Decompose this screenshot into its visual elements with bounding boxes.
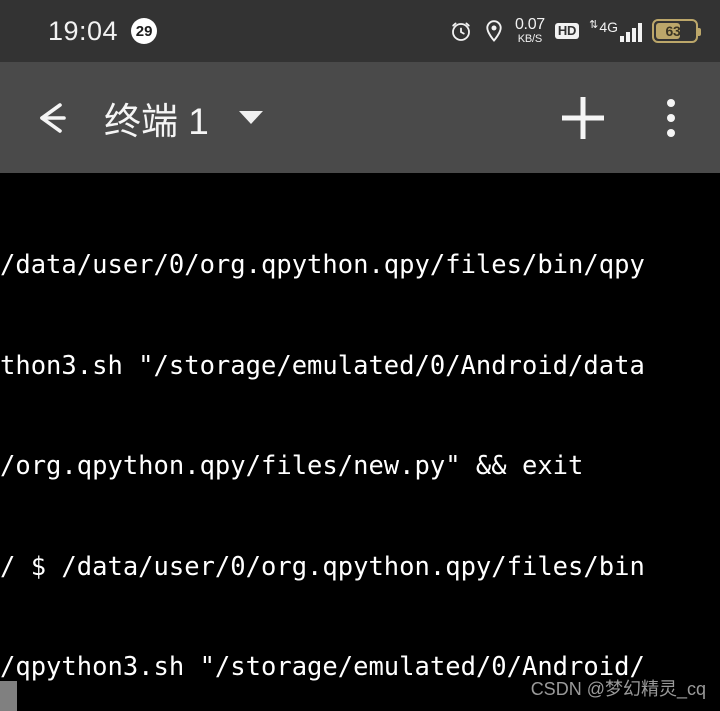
status-bar-right-group: 0.07 KB/S HD ⇅ 4G 63 [449,17,701,45]
data-transfer-arrows-icon: ⇅ [589,19,599,31]
status-bar-clock: 19:04 [48,15,119,46]
app-toolbar: 终端 1 [0,62,720,173]
new-session-button[interactable] [556,91,610,145]
chevron-down-icon[interactable] [238,111,263,124]
terminal-line: /org.qpython.qpy/files/new.py" && exit [0,451,584,481]
terminal-line: thon3.sh "/storage/emulated/0/Android/da… [0,350,645,381]
notification-count-badge: 29 [131,18,158,44]
battery-percent-label: 63 [665,23,681,39]
terminal-session-title: 终端 1 [104,100,209,142]
mobile-network-indicator: ⇅ 4G [589,20,642,42]
scroll-handle[interactable] [0,681,17,711]
status-bar-left-group: 19:04 29 [48,15,158,47]
back-arrow-icon[interactable] [18,98,92,138]
signal-strength-icon [620,23,642,42]
qpython-terminal-screen: 19:04 29 0.07 KB/S HD ⇅ 4G 63 终端 1 /data… [0,0,720,711]
watermark: CSDN @梦幻精灵_cq [530,679,706,699]
hd-voice-icon: HD [554,22,580,40]
network-speed-value: 0.07 [514,16,545,33]
network-type-label: 4G [599,19,618,35]
network-speed-indicator: 0.07 KB/S [515,17,545,45]
location-pin-icon [483,19,505,43]
terminal-line: /data/user/0/org.qpython.qpy/files/bin/q… [0,250,645,280]
network-type-label-group: ⇅ 4G [589,19,618,35]
terminal-line: / $ /data/user/0/org.qpython.qpy/files/b… [0,551,645,582]
terminal-text-buffer: /data/user/0/org.qpython.qpy/files/bin/q… [0,173,720,711]
network-speed-unit: KB/S [517,33,543,45]
terminal-output-area[interactable]: /data/user/0/org.qpython.qpy/files/bin/q… [0,173,720,711]
alarm-clock-icon [449,19,473,43]
android-status-bar: 19:04 29 0.07 KB/S HD ⇅ 4G 63 [0,0,720,62]
battery-icon: 63 [652,19,701,43]
overflow-menu-button[interactable] [650,98,692,137]
